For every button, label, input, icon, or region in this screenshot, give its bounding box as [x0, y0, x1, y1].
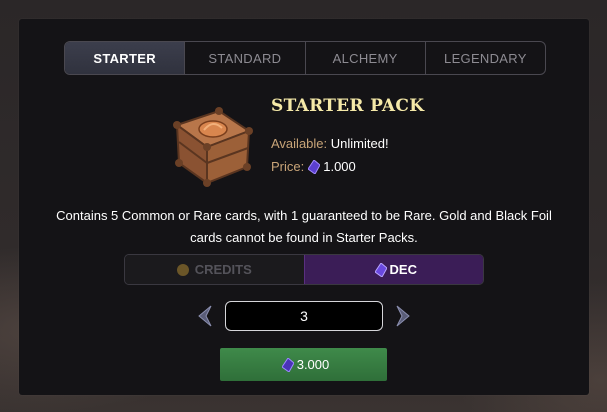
dec-gem-icon	[374, 262, 387, 277]
currency-toggle: CREDITS DEC	[124, 254, 484, 285]
tab-alchemy[interactable]: ALCHEMY	[306, 42, 426, 74]
available-label: Available:	[271, 136, 328, 151]
credits-label: CREDITS	[194, 262, 252, 277]
available-value: Unlimited!	[330, 136, 389, 151]
availability-line: Available: Unlimited!	[271, 136, 389, 151]
price-line: Price: 1.000	[271, 159, 356, 174]
tab-legendary[interactable]: LEGENDARY	[426, 42, 545, 74]
pack-title: STARTER PACK	[271, 96, 425, 116]
dec-button[interactable]: DEC	[303, 255, 483, 284]
starter-pack-chest-icon	[173, 107, 253, 187]
dec-gem-icon	[281, 357, 294, 372]
price-value: 1.000	[323, 159, 356, 174]
shop-panel: STARTER STANDARD ALCHEMY LEGENDARY START…	[19, 19, 589, 395]
quantity-input[interactable]: 3	[225, 301, 383, 331]
buy-button-label: 3.000	[296, 357, 330, 372]
dec-gem-icon	[308, 159, 321, 174]
credits-coin-icon	[176, 263, 189, 276]
pack-description: Contains 5 Common or Rare cards, with 1 …	[56, 208, 552, 245]
price-label: Price:	[271, 159, 305, 174]
increase-quantity-arrow-icon[interactable]	[395, 305, 413, 327]
decrease-quantity-arrow-icon[interactable]	[195, 305, 213, 327]
credits-button[interactable]: CREDITS	[125, 255, 304, 284]
pack-type-tabs: STARTER STANDARD ALCHEMY LEGENDARY	[64, 41, 546, 75]
tab-starter[interactable]: STARTER	[65, 42, 186, 74]
buy-button[interactable]: 3.000	[220, 348, 387, 381]
dec-label: DEC	[389, 262, 417, 277]
tab-standard[interactable]: STANDARD	[185, 42, 306, 74]
